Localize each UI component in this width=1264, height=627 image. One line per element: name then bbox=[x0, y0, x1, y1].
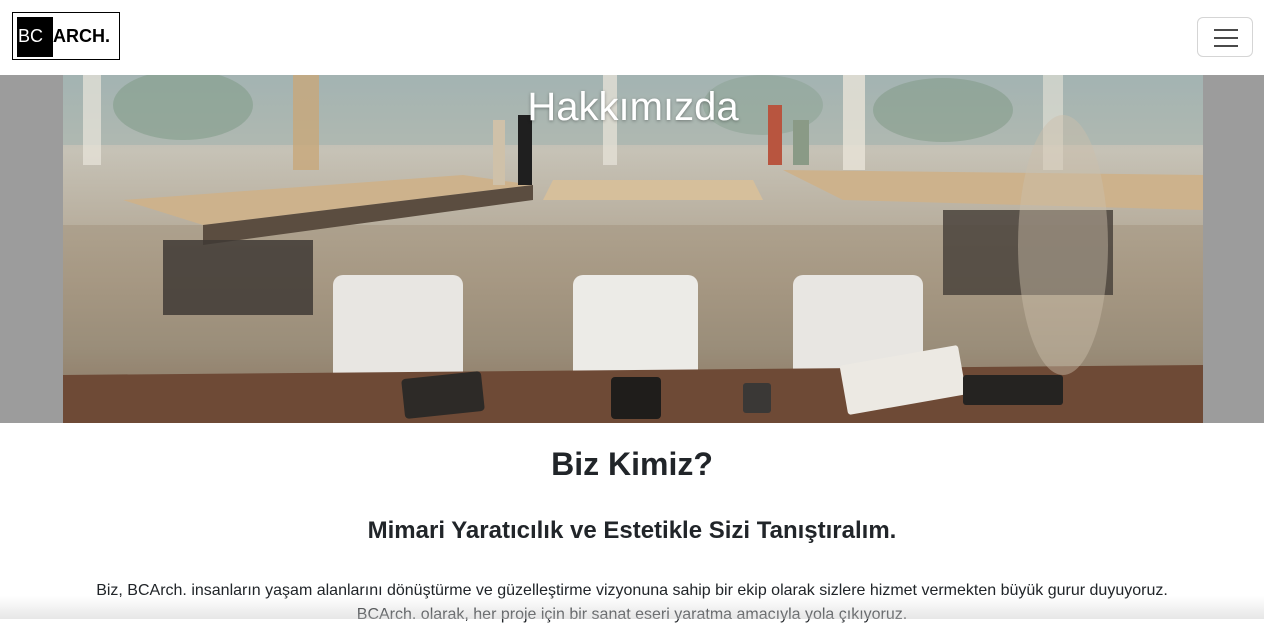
hero-banner: Hakkımızda bbox=[0, 75, 1264, 423]
logo-text-bc: BC bbox=[18, 26, 44, 46]
viewport-bottom-shadow bbox=[0, 596, 1264, 619]
hero-office-image: Hakkımızda bbox=[63, 75, 1203, 423]
navbar-toggle-button[interactable] bbox=[1197, 17, 1253, 57]
page-title: Hakkımızda bbox=[527, 85, 739, 129]
brand-logo[interactable]: BC ARCH. bbox=[12, 12, 120, 60]
navbar: BC ARCH. bbox=[0, 0, 1264, 75]
hamburger-icon-bar bbox=[1214, 45, 1238, 47]
section-title: Biz Kimiz? bbox=[551, 446, 713, 482]
hamburger-icon-bar bbox=[1214, 37, 1238, 39]
logo-text-arch: ARCH. bbox=[53, 26, 110, 46]
hamburger-icon bbox=[1214, 29, 1238, 31]
section-subtitle: Mimari Yaratıcılık ve Estetikle Sizi Tan… bbox=[367, 517, 897, 544]
